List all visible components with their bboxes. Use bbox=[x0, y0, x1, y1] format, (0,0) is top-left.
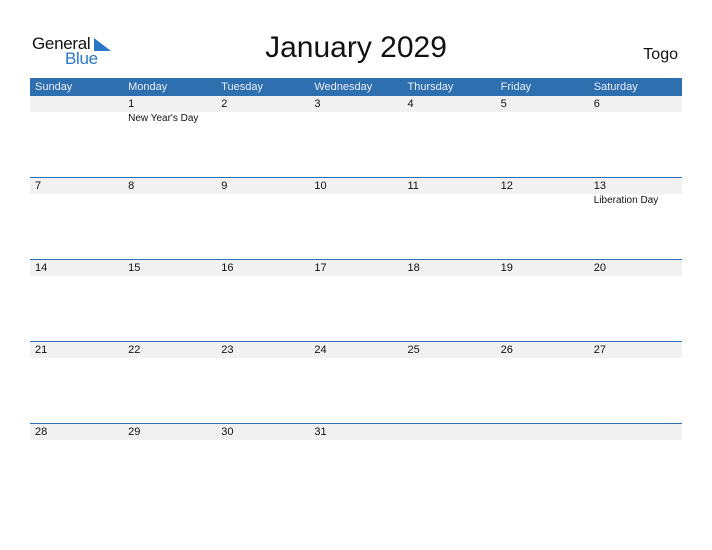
day-number: 31 bbox=[314, 426, 327, 438]
day-number: 17 bbox=[314, 262, 327, 274]
day-number: 26 bbox=[500, 344, 513, 356]
day-number bbox=[35, 96, 123, 112]
week-cells: 1 New Year's Day 2 3 4 5 6 bbox=[30, 96, 682, 126]
day-number bbox=[501, 424, 589, 440]
day-cell: 27 bbox=[589, 342, 682, 358]
day-number: 25 bbox=[407, 344, 420, 356]
day-cell: 11 bbox=[403, 178, 496, 208]
country-label: Togo bbox=[643, 46, 678, 63]
day-number: 10 bbox=[314, 180, 327, 192]
day-cell: 18 bbox=[403, 260, 496, 276]
day-cell: 13 Liberation Day bbox=[589, 178, 682, 208]
weekday-friday: Friday bbox=[500, 81, 532, 93]
day-number: 18 bbox=[407, 262, 420, 274]
day-cell: 4 bbox=[403, 96, 496, 126]
day-cell: 3 bbox=[309, 96, 402, 126]
day-number: 11 bbox=[407, 180, 419, 192]
week-row: 14 15 16 17 18 19 20 bbox=[30, 259, 682, 341]
day-cell: 17 bbox=[309, 260, 402, 276]
day-cell bbox=[589, 424, 682, 440]
day-cell: 6 bbox=[589, 96, 682, 126]
day-number: 28 bbox=[35, 426, 48, 438]
day-number: 22 bbox=[128, 344, 141, 356]
day-cell: 9 bbox=[216, 178, 309, 208]
weekday-monday: Monday bbox=[128, 81, 168, 93]
day-number: 2 bbox=[221, 98, 228, 110]
day-number bbox=[594, 424, 682, 440]
week-row: 1 New Year's Day 2 3 4 5 6 bbox=[30, 96, 682, 177]
day-number: 1 bbox=[128, 98, 135, 110]
day-cell: 14 bbox=[30, 260, 123, 276]
day-number: 7 bbox=[35, 180, 42, 192]
day-number: 27 bbox=[593, 344, 606, 356]
weekday-wednesday: Wednesday bbox=[314, 81, 373, 93]
day-number: 8 bbox=[128, 180, 135, 192]
weeks-container: 1 New Year's Day 2 3 4 5 6 7 8 9 10 11 12 13 Liberatio… bbox=[30, 96, 682, 505]
day-number: 29 bbox=[128, 426, 141, 438]
day-cell: 26 bbox=[496, 342, 589, 358]
calendar-grid: Sunday Monday Tuesday Wednesday Thursday… bbox=[30, 78, 682, 505]
day-cell: 21 bbox=[30, 342, 123, 358]
day-cell: 15 bbox=[123, 260, 216, 276]
week-cells: 28 29 30 31 bbox=[30, 424, 682, 440]
day-number: 14 bbox=[35, 262, 48, 274]
weekday-saturday: Saturday bbox=[593, 81, 638, 93]
day-cell: 22 bbox=[123, 342, 216, 358]
day-cell: 5 bbox=[496, 96, 589, 126]
day-number: 23 bbox=[221, 344, 234, 356]
day-cell: 29 bbox=[123, 424, 216, 440]
week-cells: 7 8 9 10 11 12 13 Liberation Day bbox=[30, 178, 682, 208]
day-number: 13 bbox=[593, 180, 606, 192]
day-number: 24 bbox=[314, 344, 327, 356]
weekday-thursday: Thursday bbox=[407, 81, 454, 93]
day-number: 4 bbox=[407, 98, 414, 110]
day-number: 30 bbox=[221, 426, 234, 438]
day-number: 21 bbox=[35, 344, 48, 356]
week-row: 7 8 9 10 11 12 13 Liberation Day bbox=[30, 177, 682, 259]
weekday-tuesday: Tuesday bbox=[221, 81, 264, 93]
day-cell: 28 bbox=[30, 424, 123, 440]
holiday-label: Liberation Day bbox=[593, 195, 659, 206]
day-cell: 2 bbox=[216, 96, 309, 126]
day-number: 9 bbox=[221, 180, 228, 192]
day-cell: 8 bbox=[123, 178, 216, 208]
holiday-label: New Year's Day bbox=[128, 113, 199, 124]
day-cell bbox=[496, 424, 589, 440]
day-number: 6 bbox=[593, 98, 600, 110]
day-cell: 10 bbox=[309, 178, 402, 208]
day-number: 3 bbox=[314, 98, 321, 110]
weekday-header-row: Sunday Monday Tuesday Wednesday Thursday… bbox=[30, 78, 682, 96]
day-cell: 19 bbox=[496, 260, 589, 276]
day-number bbox=[408, 424, 496, 440]
day-cell: 24 bbox=[309, 342, 402, 358]
day-cell: 31 bbox=[309, 424, 402, 440]
day-cell: 12 bbox=[496, 178, 589, 208]
day-number: 5 bbox=[500, 98, 507, 110]
day-cell bbox=[30, 96, 123, 126]
day-number: 15 bbox=[128, 262, 141, 274]
day-cell bbox=[403, 424, 496, 440]
day-cell: 7 bbox=[30, 178, 123, 208]
day-cell: 1 New Year's Day bbox=[123, 96, 216, 126]
day-cell: 30 bbox=[216, 424, 309, 440]
day-number: 12 bbox=[500, 180, 513, 192]
day-cell: 23 bbox=[216, 342, 309, 358]
calendar-title: January 2029 bbox=[265, 31, 447, 64]
day-number: 16 bbox=[221, 262, 234, 274]
weekday-sunday: Sunday bbox=[35, 81, 73, 93]
day-cell: 20 bbox=[589, 260, 682, 276]
week-cells: 14 15 16 17 18 19 20 bbox=[30, 260, 682, 276]
day-number: 20 bbox=[593, 262, 606, 274]
day-number: 19 bbox=[500, 262, 513, 274]
week-row: 21 22 23 24 25 26 27 bbox=[30, 341, 682, 423]
day-cell: 25 bbox=[403, 342, 496, 358]
day-cell: 16 bbox=[216, 260, 309, 276]
week-row: 28 29 30 31 bbox=[30, 423, 682, 505]
week-cells: 21 22 23 24 25 26 27 bbox=[30, 342, 682, 358]
